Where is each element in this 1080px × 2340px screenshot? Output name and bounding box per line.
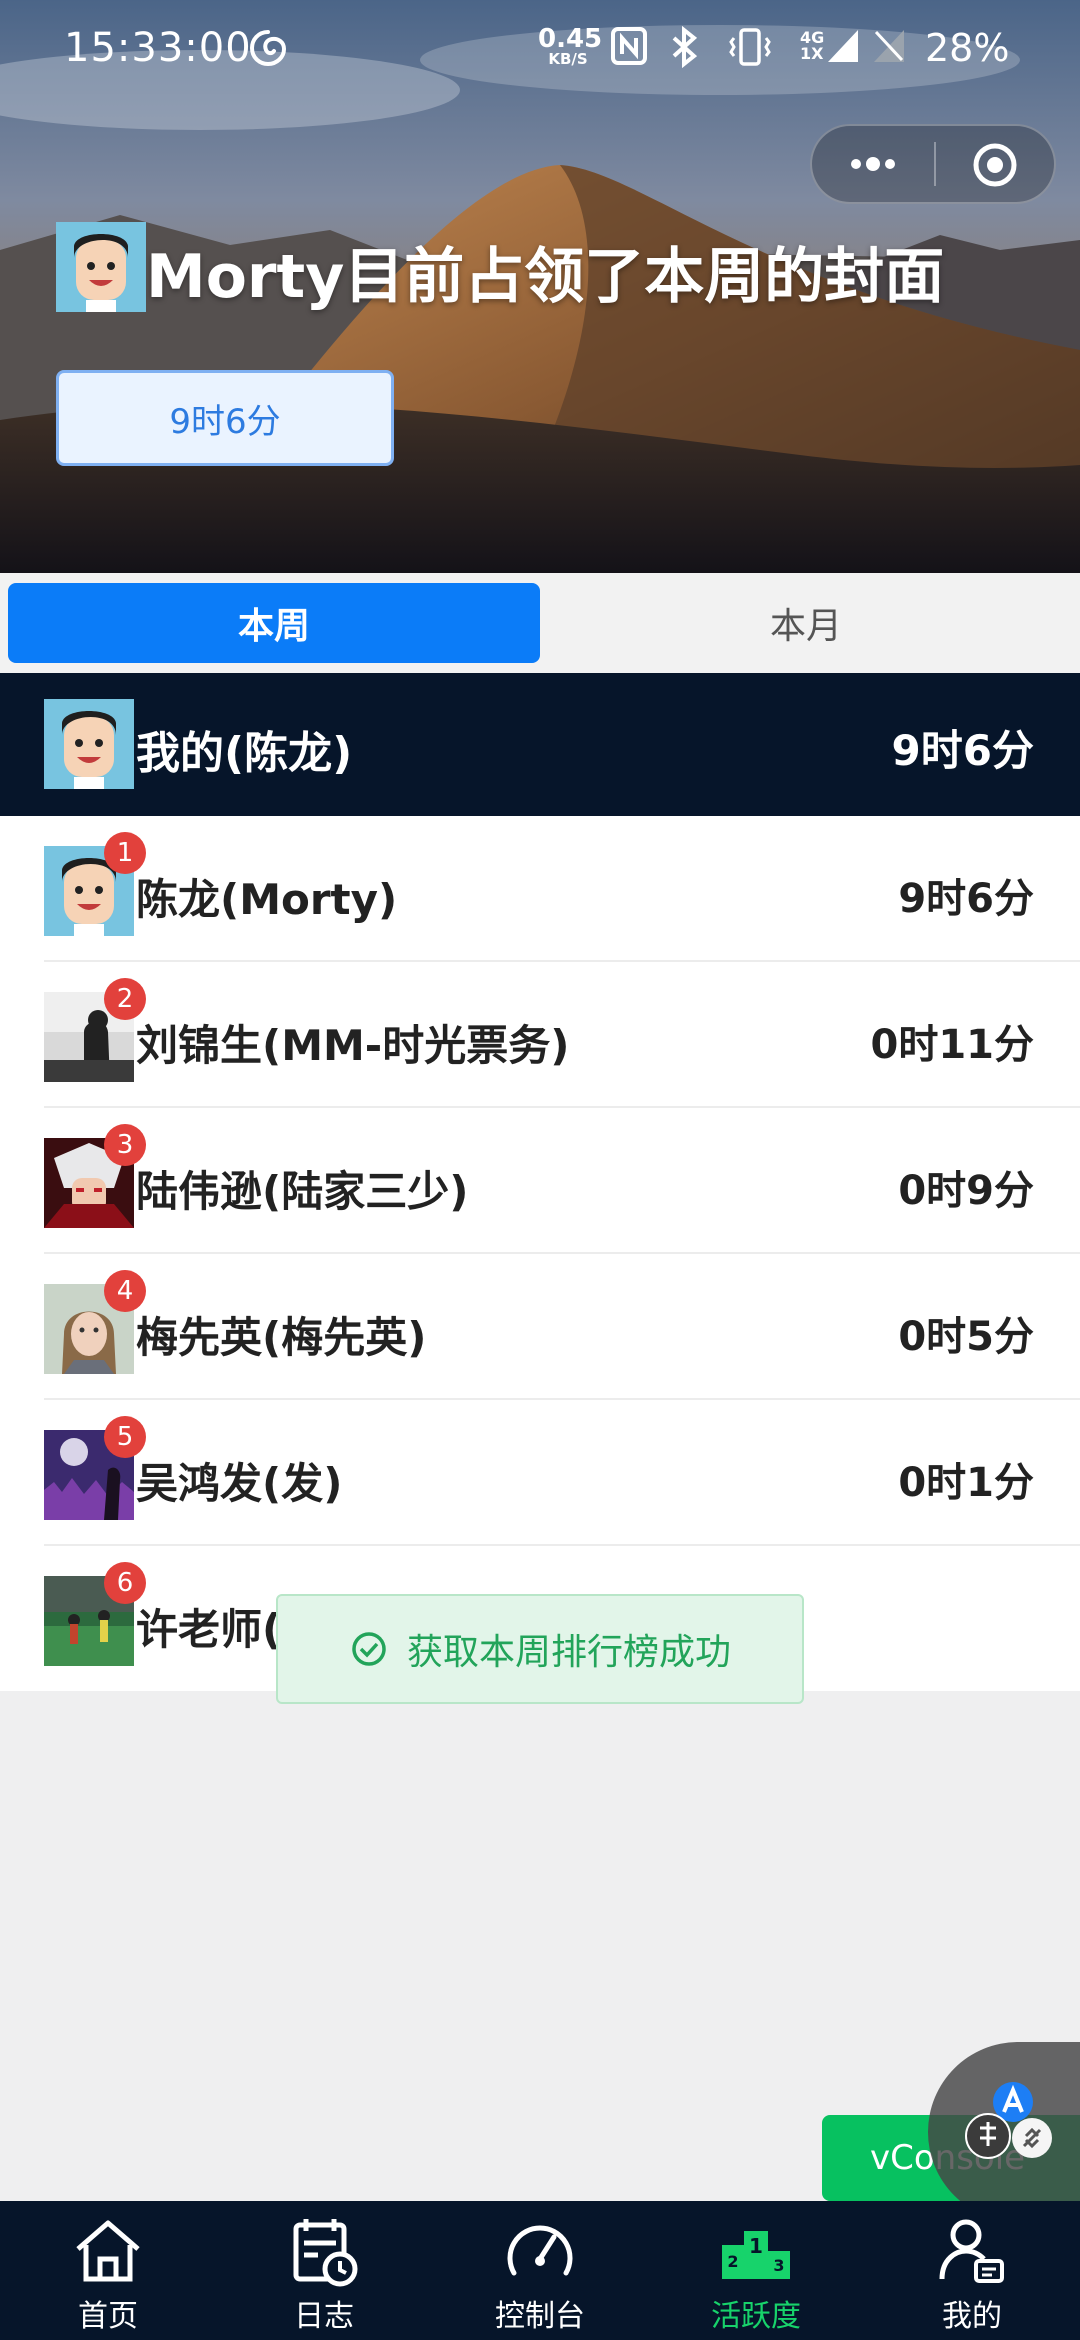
user-name: 刘锦生(MM-时光票务): [136, 1021, 570, 1070]
bluetooth-icon: [672, 26, 698, 68]
floating-tools-icon: [965, 2082, 1052, 2159]
close-miniprogram-icon[interactable]: [972, 142, 1018, 188]
dashboard-gauge-icon: [507, 2225, 573, 2276]
user-name: 吴鸿发(发): [136, 1459, 343, 1508]
user-name: 梅先英(梅先英): [136, 1313, 427, 1362]
miniprogram-capsule: [810, 124, 1056, 204]
success-toast: 获取本周排行榜成功: [276, 1594, 804, 1704]
tab-this-month[interactable]: 本月: [540, 583, 1072, 663]
my-time: 9时6分: [891, 726, 1034, 775]
cover-title: Morty目前占领了本周的封面: [146, 242, 945, 312]
ranking-row-4[interactable]: 4 梅先英(梅先英) 0时5分: [0, 1254, 1080, 1400]
ranking-row-3[interactable]: 3 陆伟逊(陆家三少) 0时9分: [0, 1108, 1080, 1254]
svg-text:2: 2: [727, 2252, 738, 2271]
nav-dashboard[interactable]: 控制台: [432, 2201, 648, 2340]
toast-message: 获取本周排行榜成功: [406, 1632, 731, 1673]
nav-mine[interactable]: 我的: [864, 2201, 1080, 2340]
cover-owner-avatar: [56, 222, 146, 312]
network-speed: 0.45 KB/S: [538, 24, 603, 68]
nav-activity-label: 活跃度: [711, 2299, 801, 2334]
home-icon: [76, 2220, 140, 2282]
user-name: 陈龙(Morty): [136, 875, 398, 924]
podium-icon: 1 2 3: [722, 2231, 790, 2279]
status-time: 15:33:00: [64, 25, 252, 71]
network-type: 4G 1X: [800, 28, 825, 63]
nav-dashboard-label: 控制台: [495, 2299, 585, 2334]
my-avatar: [44, 699, 134, 789]
user-name: 陆伟逊(陆家三少): [136, 1167, 469, 1216]
nav-mine-label: 我的: [942, 2299, 1002, 2334]
nav-log-label: 日志: [294, 2299, 354, 2334]
user-name: 许老师(: [136, 1605, 282, 1654]
netease-cloud-music-icon: [249, 30, 287, 67]
svg-text:1: 1: [749, 2234, 763, 2258]
nav-log[interactable]: 日志: [216, 2201, 432, 2340]
status-bar: 15:33:00 0.45 KB/S 4G 1X 28%: [0, 0, 1080, 100]
svg-text:3: 3: [773, 2256, 784, 2275]
cover-time-button[interactable]: 9时6分: [56, 370, 394, 466]
signal-icon: [828, 30, 858, 62]
nfc-icon: [611, 27, 647, 65]
log-calendar-icon: [293, 2219, 358, 2287]
no-sim-signal-icon: [874, 30, 904, 62]
profile-icon: [939, 2219, 1004, 2283]
nav-home[interactable]: 首页: [0, 2201, 216, 2340]
period-tabs: 本周 本月: [0, 573, 1080, 673]
nav-home-label: 首页: [78, 2299, 138, 2334]
user-time: 0时9分: [898, 1168, 1034, 1214]
check-circle-icon: [352, 1632, 386, 1666]
more-options-icon[interactable]: [848, 150, 898, 178]
bottom-navigation: 首页 日志 控制台 1 2 3 活跃度 我的: [0, 2201, 1080, 2340]
nav-activity[interactable]: 1 2 3 活跃度: [648, 2201, 864, 2340]
ranking-row-2[interactable]: 2 刘锦生(MM-时光票务) 0时11分: [0, 962, 1080, 1108]
ranking-row-1[interactable]: 1 陈龙(Morty) 9时6分: [0, 816, 1080, 962]
my-name: 我的(陈龙): [136, 728, 353, 779]
tab-this-week[interactable]: 本周: [8, 583, 540, 663]
my-ranking-row[interactable]: 我的(陈龙) 9时6分: [0, 673, 1080, 816]
ranking-row-5[interactable]: 5 吴鸿发(发) 0时1分: [0, 1400, 1080, 1546]
ranking-list: 1 陈龙(Morty) 9时6分 2 刘锦生(MM-时光票务) 0时11分 3 …: [0, 816, 1080, 1691]
user-time: 9时6分: [898, 876, 1034, 922]
user-time: 0时11分: [870, 1022, 1035, 1068]
vibrate-icon: [729, 28, 771, 66]
battery-percentage: 28%: [925, 26, 1010, 70]
user-time: 0时5分: [898, 1314, 1034, 1360]
user-time: 0时1分: [898, 1460, 1034, 1506]
